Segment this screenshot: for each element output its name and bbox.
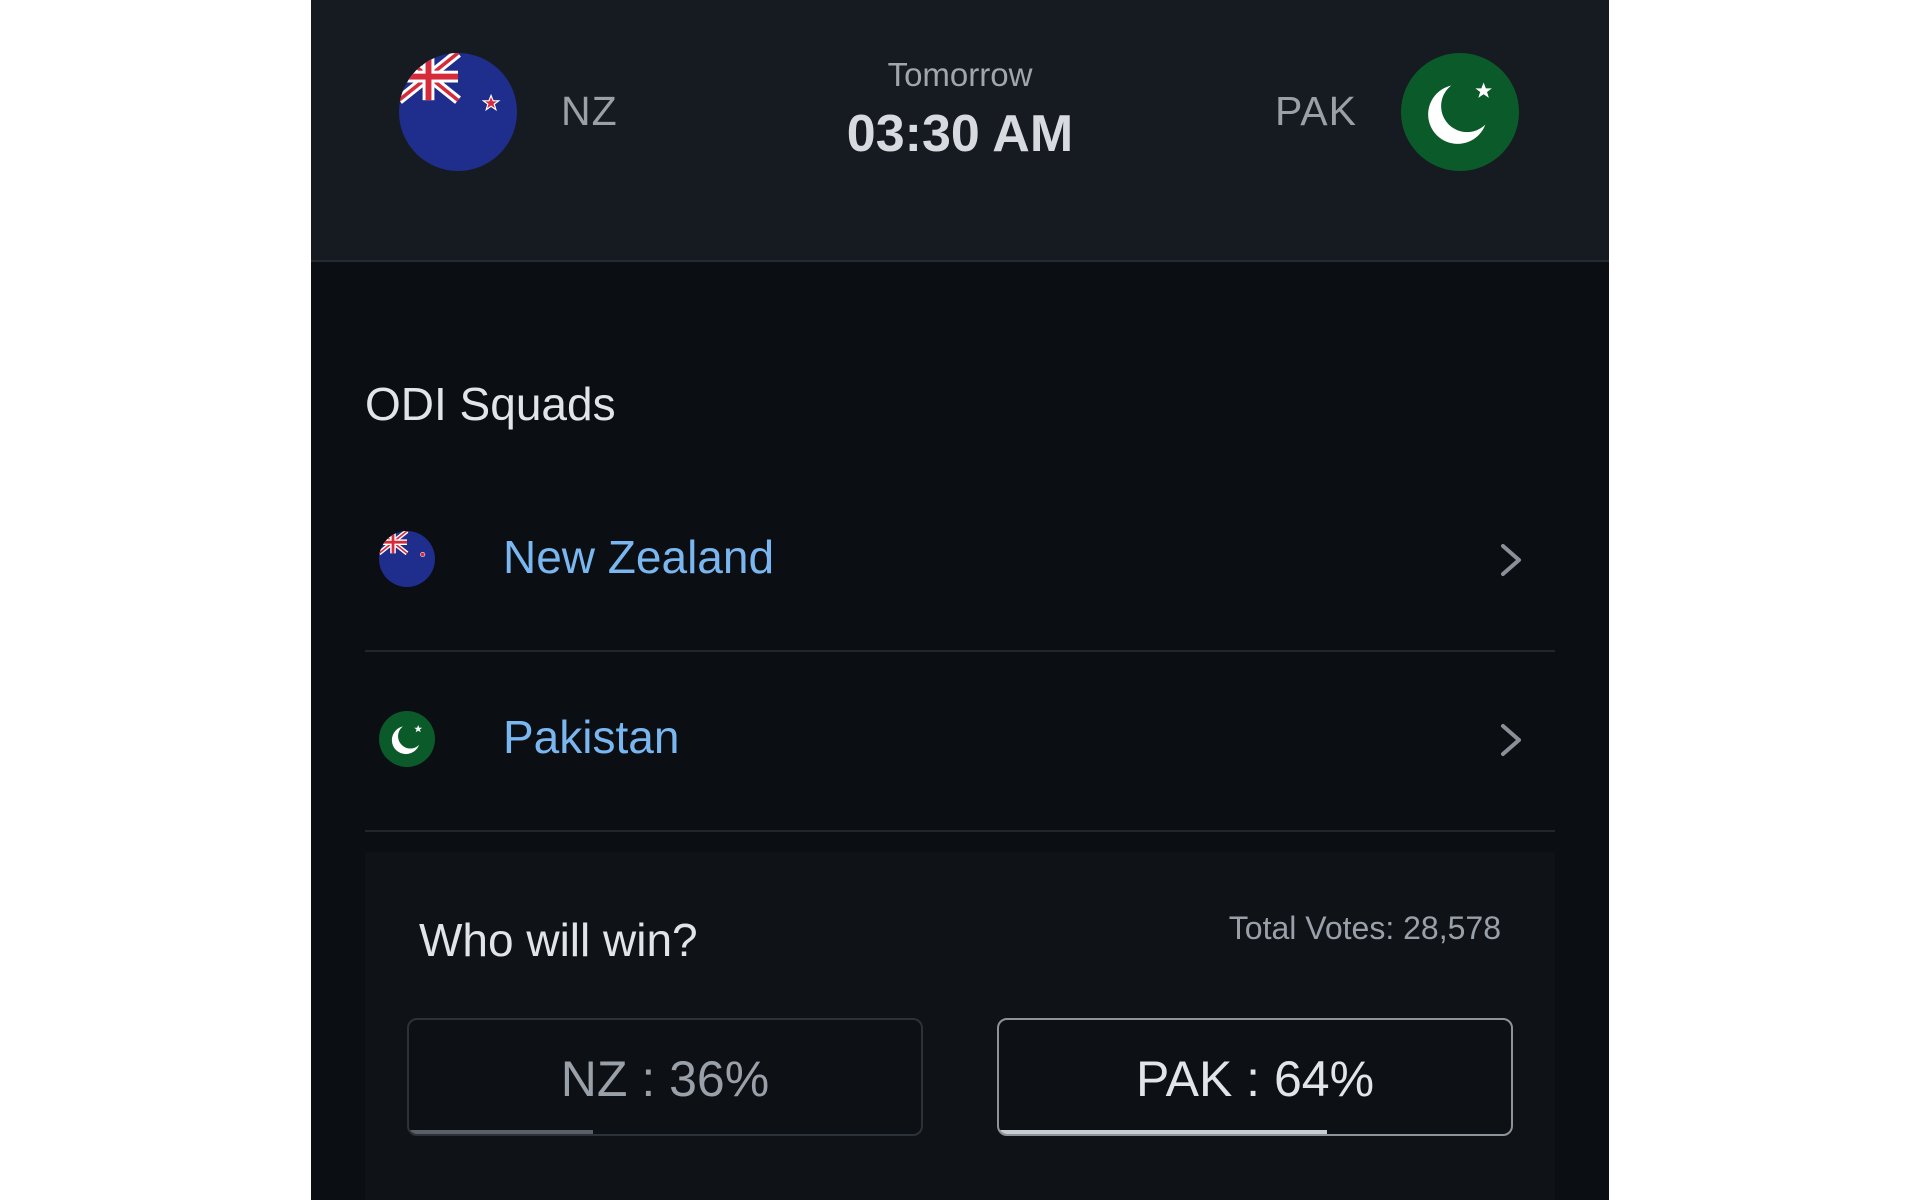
pak-flag-icon — [379, 711, 435, 767]
poll-question: Who will win? — [419, 914, 698, 966]
squads-section-title: ODI Squads — [365, 378, 616, 430]
squad-item-label: New Zealand — [503, 531, 775, 583]
match-header: NZ Tomorrow 03:30 AM PAK — [311, 0, 1609, 262]
nz-flag-icon — [379, 531, 435, 587]
vote-nz-button[interactable]: NZ : 36% — [407, 1018, 923, 1136]
squad-item-label: Pakistan — [503, 711, 680, 763]
away-team-code: PAK — [1275, 88, 1357, 134]
vote-pak-button[interactable]: PAK : 64% — [997, 1018, 1513, 1136]
vote-percent-bar — [999, 1130, 1327, 1134]
pak-flag-icon — [1401, 53, 1519, 171]
squad-item-new-zealand[interactable]: New Zealand — [365, 470, 1555, 652]
vote-option-label: NZ : 36% — [560, 1051, 770, 1107]
win-poll: Who will win? Total Votes: 28,578 NZ : 3… — [365, 852, 1555, 1200]
poll-total-votes: Total Votes: 28,578 — [1228, 910, 1501, 946]
squad-item-pakistan[interactable]: Pakistan — [365, 650, 1555, 832]
match-screen: NZ Tomorrow 03:30 AM PAK ODI Squads New … — [311, 0, 1609, 1200]
chevron-right-icon — [1493, 720, 1529, 760]
chevron-right-icon — [1493, 540, 1529, 580]
vote-percent-bar — [409, 1130, 594, 1134]
vote-option-label: PAK : 64% — [1135, 1051, 1375, 1107]
